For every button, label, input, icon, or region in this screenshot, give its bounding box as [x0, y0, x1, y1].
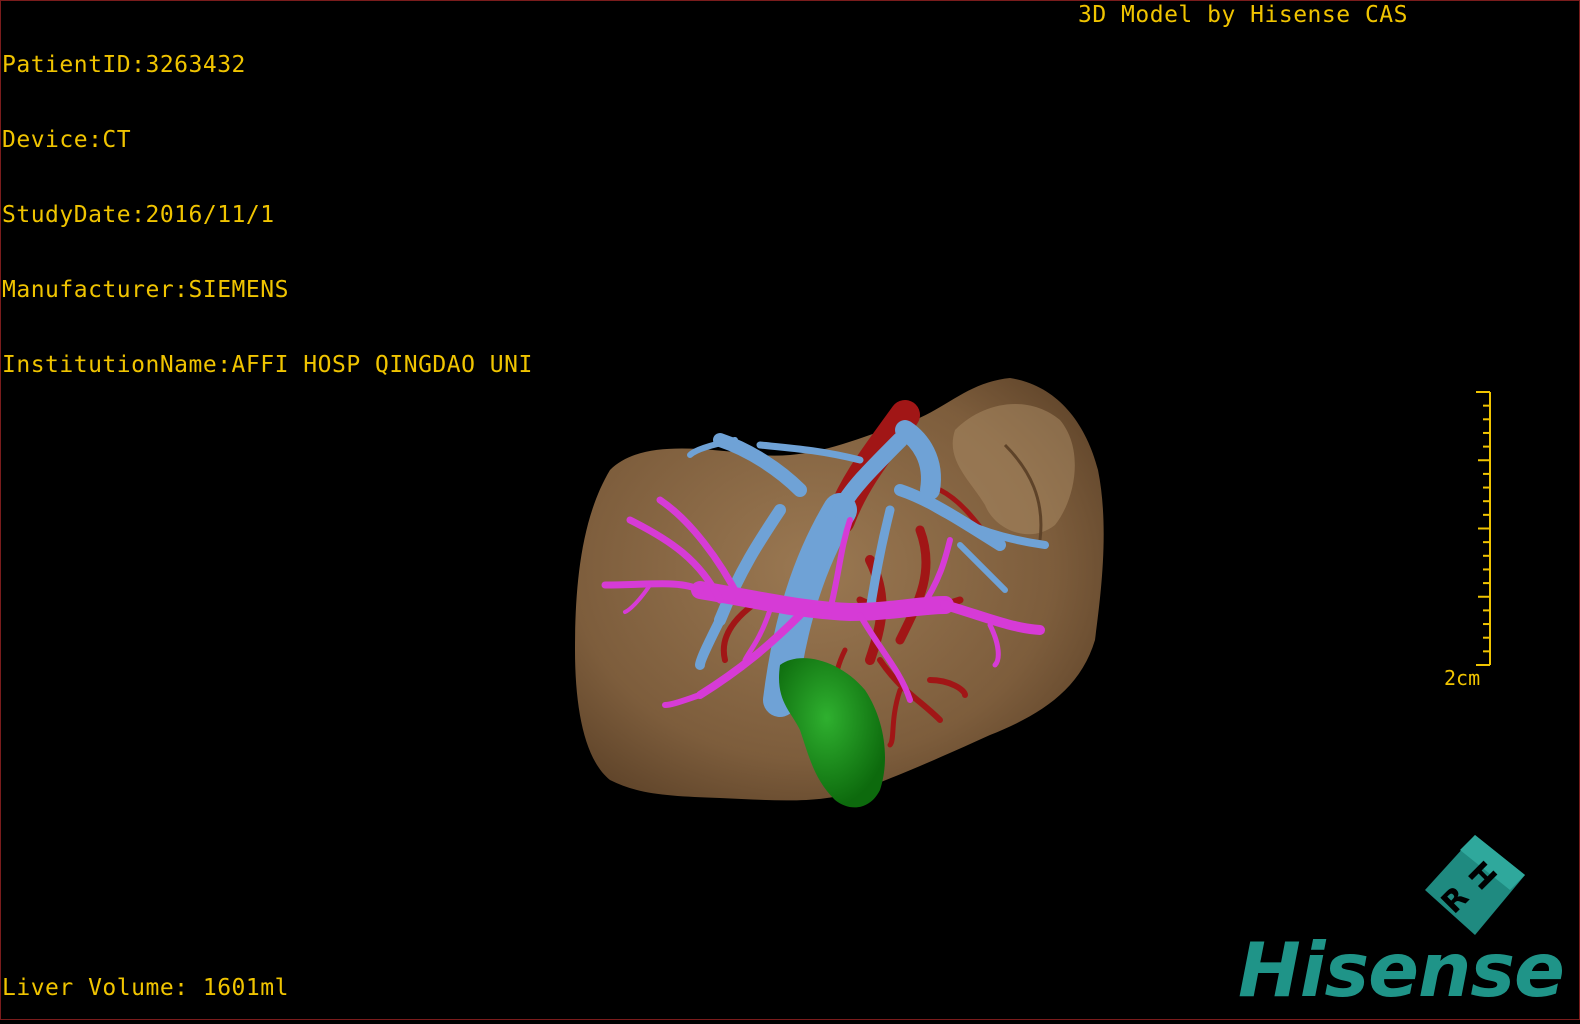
- patient-id-label: PatientID:3263432: [2, 52, 246, 78]
- manufacturer-label: Manufacturer:SIEMENS: [2, 277, 289, 303]
- study-info-panel: PatientID:3263432 Device:CT StudyDate:20…: [2, 3, 533, 403]
- scale-bar: [1476, 391, 1491, 666]
- hisense-logo: Hisense: [1238, 926, 1565, 1014]
- device-label: Device:CT: [2, 127, 132, 153]
- institution-label: InstitutionName:AFFI HOSP QINGDAO UNI: [2, 352, 533, 378]
- study-date-label: StudyDate:2016/11/1: [2, 202, 275, 228]
- model-credit-label: 3D Model by Hisense CAS: [1078, 2, 1408, 28]
- liver-volume-label: Liver Volume: 1601ml: [2, 975, 289, 1001]
- scale-bar-label: 2cm: [1444, 666, 1481, 690]
